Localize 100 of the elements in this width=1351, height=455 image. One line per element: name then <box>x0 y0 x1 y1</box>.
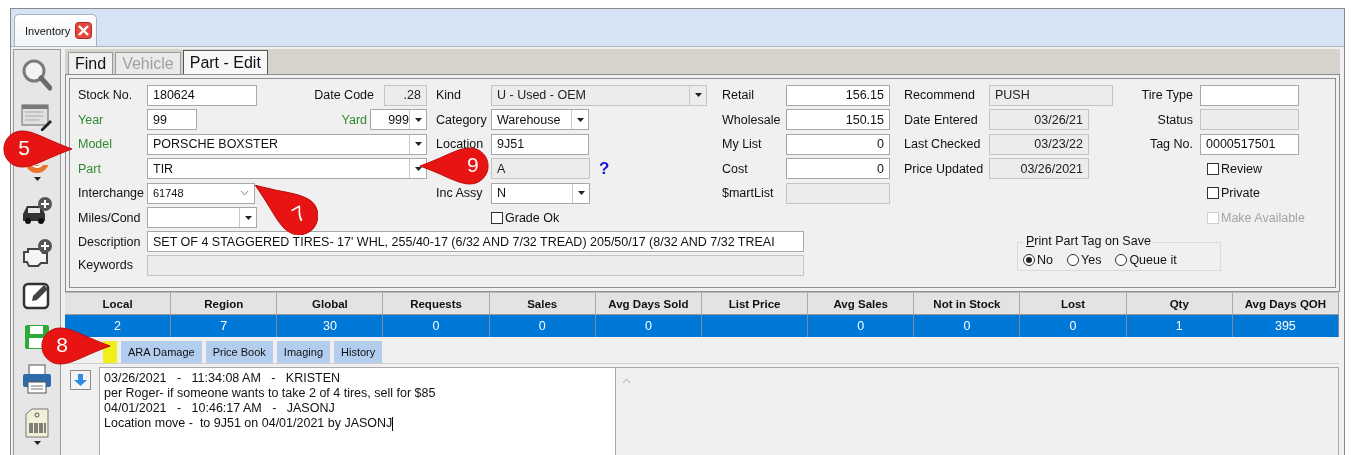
field-label: Kind <box>436 88 463 103</box>
table-cell: 0 <box>595 315 702 337</box>
text-field[interactable]: 99 <box>147 109 197 131</box>
dropdown-field[interactable]: PORSCHE BOXSTER <box>147 133 427 155</box>
checkbox-label: Private <box>1221 186 1260 201</box>
radio-label: Yes <box>1081 253 1102 267</box>
column-header[interactable]: Sales <box>489 292 596 315</box>
callout-marker: 8 <box>40 325 112 367</box>
field-label: Yard <box>341 112 367 127</box>
tab[interactable]: Part - Edit <box>182 50 268 74</box>
field-label: Wholesale <box>722 112 782 127</box>
checkbox-label: Grade Ok <box>505 210 560 225</box>
checkbox[interactable] <box>491 211 503 224</box>
group-title: Print Part Tag on Save <box>1024 234 1153 248</box>
field-label: Category <box>436 112 488 127</box>
column-header[interactable]: Not in Stock <box>914 292 1021 315</box>
field-label: Date Code <box>314 88 374 103</box>
field-label: Interchange <box>78 186 146 201</box>
field-label: Inc Assy <box>436 186 484 201</box>
dropdown-field[interactable]: TIR <box>147 158 427 180</box>
text-field[interactable] <box>1200 84 1299 106</box>
search-icon[interactable] <box>22 59 52 91</box>
tab[interactable]: Price Book <box>205 341 273 363</box>
table-cell: 30 <box>277 315 384 337</box>
combo-field[interactable]: 61748 <box>147 182 255 204</box>
radio-button[interactable] <box>1115 254 1128 266</box>
tab[interactable]: History <box>334 341 383 363</box>
field-label: Cost <box>722 161 749 176</box>
field-label: My List <box>722 137 763 152</box>
column-header[interactable]: Local <box>65 292 172 315</box>
checkbox-label: Review <box>1221 161 1262 176</box>
table-cell: 0 <box>489 315 596 337</box>
text-field[interactable]: SET OF 4 STAGGERED TIRES- 17' WHL, 255/40-17 (6/32 AND 7/32 TREAD) 205/50/17 (8/32 AND 7/32 TREAI <box>147 231 804 253</box>
dropdown-field[interactable]: 999 <box>370 109 427 131</box>
note-line: Location move - to 9J51 on 04/01/2021 by JASONJ <box>104 416 395 431</box>
column-header[interactable]: Avg Days QOH <box>1232 292 1339 315</box>
field-label: Description <box>78 234 142 249</box>
radio-button[interactable] <box>1067 254 1079 266</box>
field-label: Miles/Cond <box>78 210 142 225</box>
caret-icon[interactable] <box>33 441 41 445</box>
checkbox-label: Make Available <box>1221 210 1305 225</box>
text-field[interactable]: 0 <box>786 133 890 155</box>
tab[interactable]: ARA Damage <box>121 341 202 363</box>
radio-label: No <box>1037 253 1053 267</box>
grid-edit-icon[interactable] <box>21 103 53 131</box>
field-label: Retail <box>722 88 755 103</box>
callout-marker: 7 <box>255 185 318 235</box>
window-tab[interactable]: Inventory <box>14 14 98 46</box>
column-header[interactable]: Qty <box>1126 292 1233 315</box>
column-header[interactable]: Region <box>171 292 278 315</box>
text-field[interactable]: 0 <box>786 158 890 180</box>
field-label: $martList <box>722 186 775 201</box>
column-header[interactable]: Lost <box>1020 292 1127 315</box>
field-label: Model <box>78 137 114 152</box>
table-cell: 0 <box>808 315 915 337</box>
table-cell: 1 <box>1126 315 1233 337</box>
car-add-icon[interactable] <box>20 196 54 226</box>
text-field[interactable]: 9J51 <box>491 133 589 155</box>
column-header[interactable]: Global <box>277 292 384 315</box>
text-field[interactable]: 156.15 <box>786 84 890 106</box>
checkbox[interactable] <box>1207 162 1219 175</box>
table-cell: 7 <box>171 315 278 337</box>
note-line: per Roger- if someone wants to take 2 of 4 tires, sell for $85 <box>104 386 437 401</box>
printer-icon[interactable] <box>21 363 53 395</box>
column-header[interactable]: Avg Sales <box>808 292 915 315</box>
chevron-down-icon[interactable] <box>240 190 249 197</box>
field-label: Part <box>78 161 102 176</box>
callout-marker: 5 <box>2 128 74 170</box>
table-cell: 0 <box>1020 315 1127 337</box>
field-label: Date Entered <box>904 112 979 127</box>
column-header[interactable]: Avg Days Sold <box>595 292 702 315</box>
tab[interactable] <box>103 341 117 363</box>
field-label: Year <box>78 112 105 127</box>
close-icon[interactable] <box>75 22 93 39</box>
dropdown-field[interactable]: Warehouse <box>491 109 589 131</box>
text-field[interactable]: 180624 <box>147 84 257 106</box>
column-header[interactable]: Requests <box>383 292 490 315</box>
column-header[interactable]: List Price <box>702 292 809 315</box>
text-field[interactable]: 150.15 <box>786 109 890 131</box>
tab[interactable]: Imaging <box>276 341 330 363</box>
edit-icon[interactable] <box>22 280 52 310</box>
field-label: Tag No. <box>1148 137 1194 152</box>
barcode-tag-icon[interactable] <box>23 407 51 439</box>
radio-label: Queue it <box>1129 253 1177 267</box>
note-line: 03/26/2021 - 11:34:08 AM - KRISTEN <box>104 371 341 386</box>
dropdown-field[interactable] <box>147 207 257 229</box>
checkbox[interactable] <box>1207 187 1219 200</box>
field-label: Keywords <box>78 258 134 273</box>
note-line: 04/01/2021 - 10:46:17 AM - JASONJ <box>104 401 336 416</box>
field-label: Status <box>1156 112 1194 127</box>
down-arrow-button[interactable] <box>70 370 91 390</box>
dropdown-field[interactable]: N <box>491 182 590 204</box>
text-field[interactable]: 0000517501 <box>1200 133 1299 155</box>
tab[interactable]: Find <box>68 52 114 74</box>
radio-button[interactable] <box>1023 254 1035 266</box>
table-cell: 0 <box>914 315 1021 337</box>
engine-add-icon[interactable] <box>20 238 54 268</box>
caret-icon[interactable] <box>33 177 41 181</box>
notes-field[interactable]: 03/26/2021 - 11:34:08 AM - KRISTEN per Roger- if someone wants to take 2 of 4 tires, sell for $85 04/01/2021 - 10:46:17 AM - JASONJ Location move - to 9J51 on 04/01/2021 by JASONJ <box>100 368 616 455</box>
field-label: Price Updated <box>904 161 985 176</box>
